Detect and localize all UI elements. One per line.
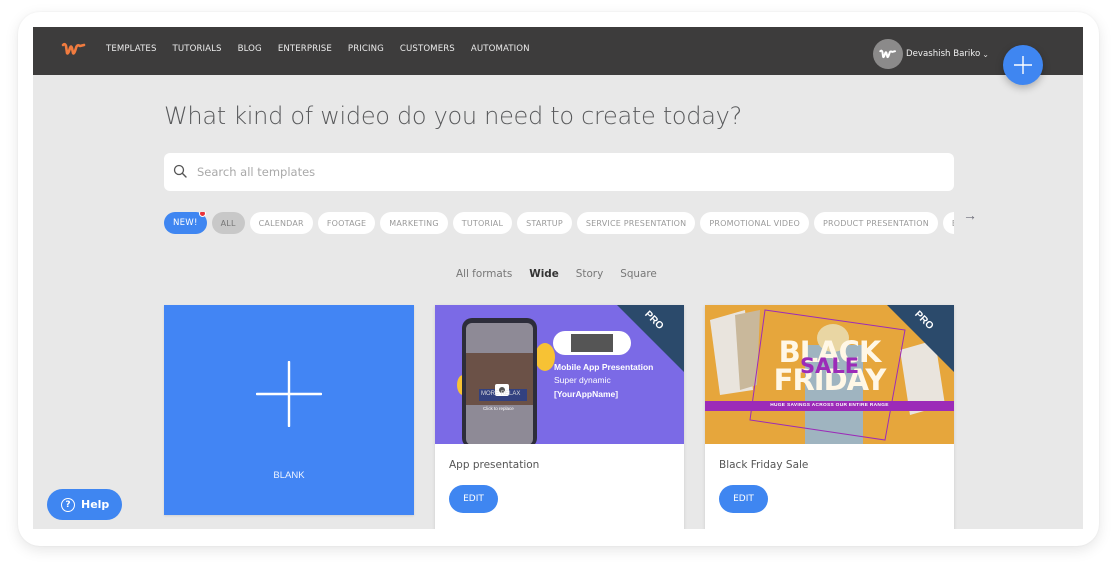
chip-calendar[interactable]: CALENDAR (249, 212, 313, 234)
chip-truncated[interactable]: E (942, 212, 954, 234)
chip-product-presentation[interactable]: PRODUCT PRESENTATION (813, 212, 938, 234)
nav-link-pricing[interactable]: PRICING (348, 44, 384, 54)
phone-text: MORE RELAX (481, 391, 521, 397)
thumb-word-sale: SALE (799, 354, 860, 378)
chip-marketing[interactable]: MARKETING (380, 212, 448, 234)
search-bar (164, 153, 954, 191)
help-button[interactable]: ? Help (47, 489, 122, 520)
category-chips: NEW! ALL CALENDAR FOOTAGE MARKETING TUTO… (164, 212, 954, 234)
app-viewport: TEMPLATES TUTORIALS BLOG ENTERPRISE PRIC… (33, 27, 1083, 529)
nav-link-automation[interactable]: AUTOMATION (471, 44, 530, 54)
page-title: What kind of wideo do you need to create… (164, 102, 742, 130)
chip-footage[interactable]: FOOTAGE (317, 212, 376, 234)
search-input[interactable] (197, 153, 937, 191)
blank-label: BLANK (273, 470, 305, 481)
notification-dot (198, 212, 206, 217)
thumb-heading: Mobile App Presentation (554, 362, 654, 372)
wideo-logo[interactable] (61, 39, 87, 59)
nav-link-customers[interactable]: CUSTOMERS (400, 44, 455, 54)
tab-square[interactable]: Square (620, 268, 657, 280)
nav-link-blog[interactable]: BLOG (238, 44, 262, 54)
plus-icon (1014, 56, 1032, 74)
template-title: Black Friday Sale (719, 459, 809, 471)
plus-icon (256, 361, 322, 427)
chip-new[interactable]: NEW! (164, 212, 207, 234)
template-card-black-friday-sale: PRO BLACK FRIDAY SALE HUGE SAVINGS ACROS… (705, 305, 954, 529)
tab-all-formats[interactable]: All formats (456, 268, 512, 280)
nav-link-tutorials[interactable]: TUTORIALS (173, 44, 222, 54)
blank-template-card[interactable]: BLANK (164, 305, 414, 515)
nav-link-templates[interactable]: TEMPLATES (106, 44, 157, 54)
user-menu[interactable]: Devashish Bariko ⌄ (873, 39, 989, 69)
chip-all[interactable]: ALL (211, 212, 245, 234)
tab-wide[interactable]: Wide (529, 268, 559, 280)
top-navbar: TEMPLATES TUTORIALS BLOG ENTERPRISE PRIC… (33, 27, 1083, 75)
nav-links: TEMPLATES TUTORIALS BLOG ENTERPRISE PRIC… (106, 44, 546, 54)
question-circle-icon: ? (61, 497, 75, 512)
thumb-line2: [YourAppName] (554, 389, 619, 399)
edit-button[interactable]: EDIT (449, 485, 498, 513)
user-name[interactable]: Devashish Bariko (906, 49, 980, 59)
template-thumbnail[interactable]: PRO BLACK FRIDAY SALE HUGE SAVINGS ACROS… (705, 305, 954, 444)
phone-caption: Click to replace (483, 406, 514, 411)
create-new-button[interactable] (1003, 45, 1043, 85)
thumb-line1: Super dynamic (554, 375, 611, 385)
avatar[interactable] (873, 39, 903, 69)
tab-story[interactable]: Story (576, 268, 603, 280)
chip-service-presentation[interactable]: SERVICE PRESENTATION (576, 212, 696, 234)
avatar-logo-icon (879, 49, 896, 59)
template-card-app-presentation: PRO Mobile App Presentation Super dynami… (435, 305, 684, 529)
thumb-banner: HUGE SAVINGS ACROSS OUR ENTIRE RANGE (770, 403, 889, 408)
template-thumbnail[interactable]: PRO Mobile App Presentation Super dynami… (435, 305, 684, 444)
format-tabs: All formats Wide Story Square (456, 268, 657, 280)
help-label: Help (81, 498, 110, 511)
chip-label: NEW! (173, 218, 198, 228)
chip-tutorial[interactable]: TUTORIAL (452, 212, 513, 234)
chip-promotional-video[interactable]: PROMOTIONAL VIDEO (700, 212, 809, 234)
chips-scroll-right-arrow-icon[interactable]: → (963, 207, 977, 223)
template-title: App presentation (449, 459, 540, 471)
chevron-down-icon[interactable]: ⌄ (982, 50, 989, 59)
chip-startup[interactable]: STARTUP (517, 212, 572, 234)
edit-button[interactable]: EDIT (719, 485, 768, 513)
nav-link-enterprise[interactable]: ENTERPRISE (278, 44, 332, 54)
search-icon (173, 164, 187, 178)
